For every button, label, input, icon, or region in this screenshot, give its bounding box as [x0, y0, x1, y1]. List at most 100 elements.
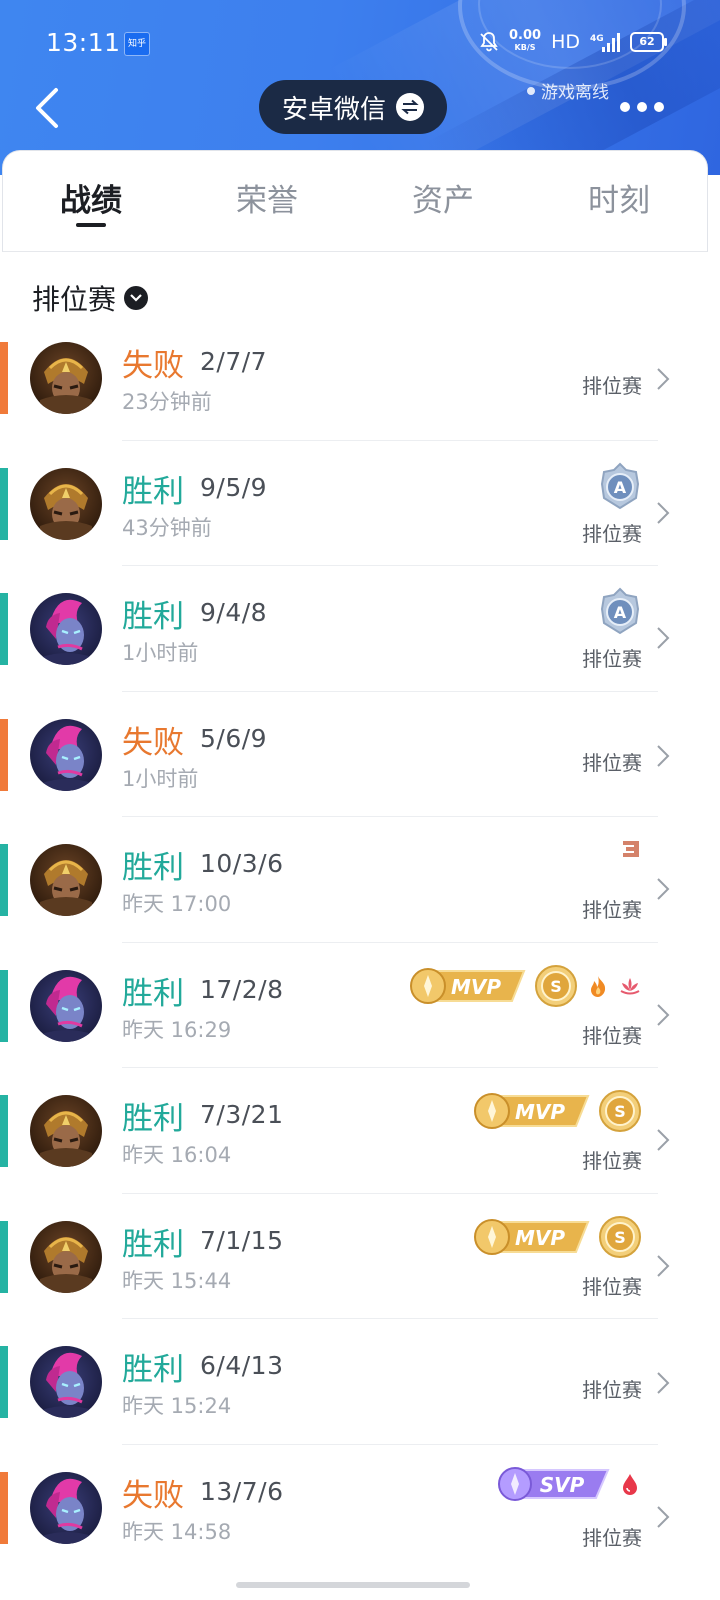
chevron-down-icon: [124, 286, 149, 310]
battery-icon: 62: [630, 32, 667, 52]
result-accent-bar: [0, 1095, 8, 1167]
match-row[interactable]: 失败 5/6/9 1小时前 排位赛: [0, 717, 720, 843]
match-kda: 9/4/8: [200, 598, 268, 627]
row-divider: [122, 816, 658, 817]
game-status: 游戏离线: [527, 78, 609, 103]
match-row[interactable]: 胜利 7/1/15 昨天 15:44 MVP S 排位赛: [0, 1215, 720, 1345]
tab-moments[interactable]: 时刻: [531, 151, 707, 251]
result-accent-bar: [0, 718, 8, 791]
chevron-right-icon: [657, 1372, 670, 1394]
hero-avatar: [30, 1095, 102, 1167]
row-divider: [122, 1192, 658, 1194]
match-row[interactable]: 胜利 10/3/6 昨天 17:00 排位赛: [0, 841, 720, 968]
net-speed: 0.00 KB/S: [509, 29, 541, 54]
hero-avatar: [30, 1471, 102, 1544]
match-time: 昨天 14:58: [122, 1519, 232, 1544]
match-row[interactable]: 胜利 7/3/21 昨天 16:04 MVP S 排位赛: [0, 1090, 720, 1219]
chevron-right-icon: [657, 1129, 670, 1151]
result-accent-bar: [0, 467, 8, 540]
match-mode: 排位赛: [582, 521, 642, 546]
match-mode: 排位赛: [582, 1525, 642, 1550]
match-row[interactable]: 胜利 9/4/8 1小时前 A 排位赛: [0, 587, 720, 717]
match-time: 23分钟前: [122, 390, 212, 414]
match-time: 1小时前: [122, 641, 199, 665]
row-divider: [122, 690, 658, 692]
match-time: 昨天 15:24: [122, 1394, 232, 1418]
svg-text:MVP: MVP: [515, 1100, 565, 1124]
chevron-right-icon: [657, 878, 670, 900]
tab-honor[interactable]: 荣誉: [179, 151, 355, 251]
hero-avatar: [30, 342, 102, 414]
match-row[interactable]: 胜利 9/5/9 43分钟前 A 排位赛: [0, 462, 720, 592]
match-mode: 排位赛: [582, 647, 642, 671]
match-mode: 排位赛: [582, 1274, 642, 1299]
svg-text:S: S: [614, 1102, 626, 1121]
home-indicator[interactable]: [236, 1582, 470, 1588]
match-list: 失败 2/7/7 23分钟前 排位赛 胜利 9/5/9 43分钟前 A 排位赛 胜利 9/4/8 1小…: [0, 340, 720, 1595]
lotus-icon: [620, 977, 640, 994]
chevron-right-icon: [657, 501, 670, 524]
tab-bar: 战绩 荣誉 资产 时刻: [2, 150, 708, 252]
match-kda: 2/7/7: [200, 347, 268, 376]
result-accent-bar: [0, 844, 8, 916]
match-kda: 5/6/9: [200, 723, 268, 753]
fire-icon: [591, 975, 606, 997]
match-mode: 排位赛: [582, 898, 642, 922]
row-divider: [122, 565, 658, 566]
match-kda: 7/3/21: [200, 1100, 284, 1129]
match-badges: A: [598, 462, 642, 510]
match-result: 失败: [122, 1477, 184, 1514]
chevron-right-icon: [657, 744, 670, 767]
row-divider: [122, 1318, 658, 1319]
result-accent-bar: [0, 342, 8, 414]
result-accent-bar: [0, 1471, 8, 1544]
match-result: 胜利: [122, 975, 184, 1012]
swap-icon: [396, 93, 424, 121]
svp-badge-icon: SVP: [498, 1466, 610, 1501]
match-kda: 7/1/15: [200, 1225, 284, 1255]
svg-text:4G: 4G: [590, 34, 604, 44]
s-rank-icon: S: [599, 1215, 641, 1258]
match-time: 昨天 16:04: [122, 1143, 232, 1167]
match-time: 昨天 16:29: [122, 1017, 232, 1042]
match-kda: 10/3/6: [200, 849, 284, 878]
mute-bell-icon: [480, 32, 498, 52]
match-row[interactable]: 胜利 17/2/8 昨天 16:29 MVP S 排位赛: [0, 964, 720, 1094]
mode-filter-label: 排位赛: [32, 283, 117, 316]
svg-text:S: S: [550, 977, 562, 996]
tab-assets[interactable]: 资产: [355, 151, 531, 251]
svg-text:SVP: SVP: [540, 1473, 585, 1497]
back-arrow-icon[interactable]: [30, 84, 70, 132]
match-kda: 13/7/6: [200, 1476, 284, 1506]
blood-drop-icon: [623, 1473, 637, 1495]
match-time: 昨天 17:00: [122, 892, 232, 916]
more-menu-button[interactable]: [620, 100, 664, 114]
hero-avatar: [30, 1346, 102, 1418]
match-mode: 排位赛: [582, 1378, 642, 1402]
match-row[interactable]: 失败 13/7/6 昨天 14:58 SVP 排位赛: [0, 1466, 720, 1596]
row-divider: [122, 941, 658, 943]
result-accent-bar: [0, 593, 8, 665]
match-kda: 6/4/13: [200, 1351, 284, 1380]
chevron-right-icon: [657, 1254, 670, 1277]
tab-record[interactable]: 战绩: [3, 151, 179, 251]
mode-filter-dropdown[interactable]: 排位赛: [32, 278, 149, 318]
match-mode: 排位赛: [582, 374, 642, 398]
zhihu-app-icon: 知乎: [124, 32, 150, 56]
chevron-right-icon: [657, 627, 670, 649]
hero-avatar: [30, 593, 102, 665]
match-badges: SVP: [496, 1466, 642, 1502]
match-row[interactable]: 失败 2/7/7 23分钟前 排位赛: [0, 340, 720, 466]
net-speed-unit: KB/S: [514, 43, 536, 52]
triple-kill-icon: [623, 841, 639, 857]
hero-avatar: [30, 467, 102, 540]
match-row[interactable]: 胜利 6/4/13 昨天 15:24 排位赛: [0, 1344, 720, 1470]
match-time: 1小时前: [122, 766, 199, 791]
hero-avatar: [30, 1220, 102, 1293]
status-time: 13:11: [46, 28, 121, 57]
match-mode: 排位赛: [582, 1149, 642, 1173]
row-divider: [122, 1443, 658, 1445]
game-status-label: 游戏离线: [541, 83, 609, 103]
account-switcher[interactable]: 安卓微信: [259, 80, 447, 134]
match-result: 失败: [122, 724, 184, 761]
